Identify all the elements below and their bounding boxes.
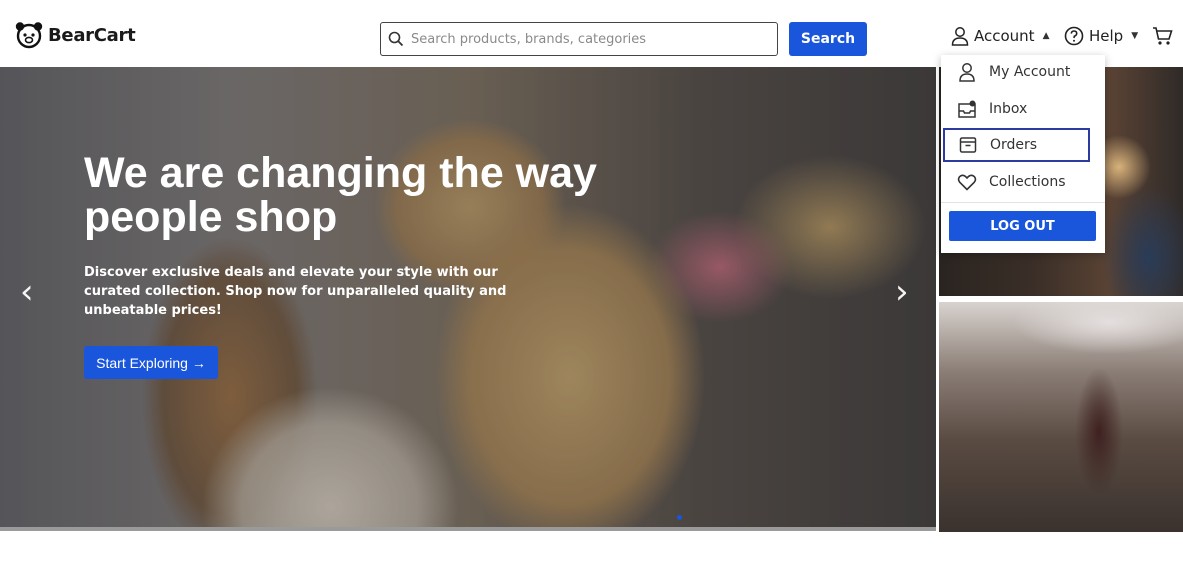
dropdown-item-label: Collections xyxy=(989,174,1066,190)
brand-name: BearCart xyxy=(48,24,136,46)
dropdown-item-label: My Account xyxy=(989,64,1071,80)
user-icon xyxy=(959,63,975,82)
heart-icon xyxy=(957,174,977,191)
box-icon xyxy=(959,137,977,153)
dropdown-item-label: Orders xyxy=(990,137,1038,153)
carousel-next-icon[interactable]: › xyxy=(895,272,909,312)
brand-logo[interactable]: BearCart xyxy=(14,20,136,50)
search-icon xyxy=(381,31,411,47)
carousel-indicator[interactable] xyxy=(677,515,682,520)
search-button[interactable]: Search xyxy=(789,22,867,56)
logout-button[interactable]: LOG OUT xyxy=(949,211,1096,241)
hero-carousel: We are changing the way people shop Disc… xyxy=(0,67,936,527)
dropdown-item-inbox[interactable]: Inbox xyxy=(941,92,1105,126)
dropdown-divider xyxy=(941,202,1105,203)
bear-icon xyxy=(15,22,43,49)
start-exploring-button[interactable]: Start Exploring → xyxy=(84,346,218,379)
cart-icon xyxy=(1153,27,1173,45)
user-icon xyxy=(951,27,969,46)
chevron-down-icon: ▼ xyxy=(1131,31,1139,41)
help-menu-toggle[interactable]: Help ▼ xyxy=(1064,26,1138,46)
chevron-up-icon: ▲ xyxy=(1042,31,1050,41)
inbox-icon xyxy=(958,100,976,118)
help-label: Help xyxy=(1089,27,1124,45)
search-input[interactable] xyxy=(411,31,777,47)
hero-subtitle: Discover exclusive deals and elevate you… xyxy=(84,265,507,318)
hero-title: We are changing the way people shop xyxy=(84,149,597,241)
help-icon xyxy=(1064,26,1084,46)
carousel-prev-icon[interactable]: ‹ xyxy=(20,272,34,312)
account-dropdown: My Account Inbox Orders Collections LOG … xyxy=(941,55,1105,253)
dropdown-item-orders[interactable]: Orders xyxy=(943,128,1090,162)
promo-image-bottom[interactable] xyxy=(939,302,1183,532)
search-field xyxy=(380,22,778,56)
account-menu-toggle[interactable]: Account ▲ xyxy=(951,26,1050,46)
hero-divider xyxy=(0,527,936,531)
dropdown-item-label: Inbox xyxy=(989,101,1028,117)
dropdown-item-my-account[interactable]: My Account xyxy=(941,55,1105,89)
dropdown-item-collections[interactable]: Collections xyxy=(941,165,1105,199)
account-label: Account xyxy=(974,27,1035,45)
cart-link[interactable] xyxy=(1152,26,1174,46)
